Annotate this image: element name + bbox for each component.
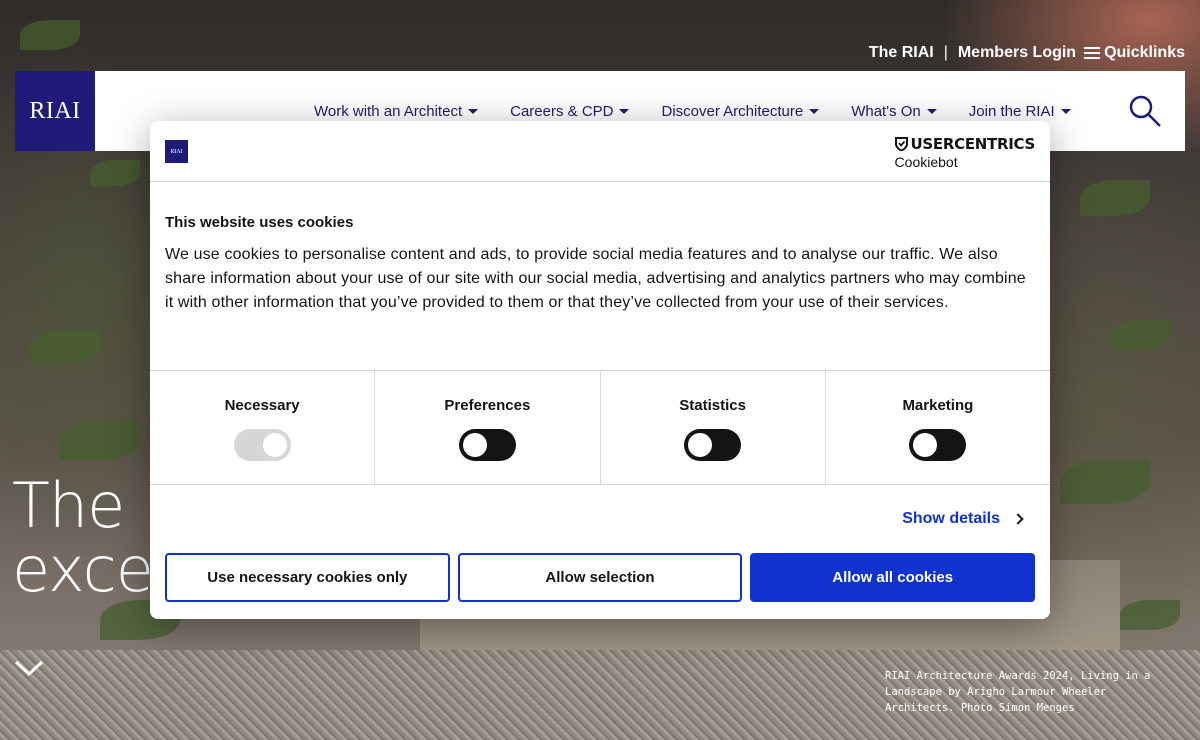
- nav-label: Join the RIAI: [968, 103, 1055, 120]
- toggle-statistics: Statistics: [601, 371, 826, 484]
- nav-label: Discover Architecture: [661, 103, 804, 120]
- chevron-down-icon[interactable]: [14, 652, 44, 682]
- caret-down-icon: [619, 109, 630, 114]
- toggle-preferences: Preferences: [375, 371, 601, 484]
- dialog-header: RIAI USERCENTRICS Cookiebot: [150, 121, 1050, 182]
- search-icon[interactable]: [1127, 93, 1163, 129]
- toggle-necessary: Necessary: [150, 371, 376, 484]
- toggle-label: Preferences: [444, 397, 531, 414]
- foliage: [1080, 180, 1150, 216]
- consent-toggles: Necessary Preferences Statistics Marketi…: [150, 370, 1050, 485]
- foliage: [90, 160, 140, 186]
- toggle-label: Necessary: [224, 397, 300, 414]
- nav-whats-on[interactable]: What's On: [851, 103, 937, 120]
- show-details-label: Show details: [902, 510, 1000, 527]
- foliage: [60, 420, 140, 460]
- allow-all-button[interactable]: Allow all cookies: [750, 553, 1036, 602]
- foliage: [20, 20, 80, 50]
- quicklinks-button[interactable]: Quicklinks: [1084, 44, 1185, 62]
- caret-down-icon: [468, 109, 479, 114]
- nav-careers-cpd[interactable]: Careers & CPD: [510, 103, 630, 120]
- show-details-link[interactable]: Show details: [902, 510, 1024, 528]
- nav-discover-architecture[interactable]: Discover Architecture: [661, 103, 820, 120]
- brand-top: USERCENTRICS: [910, 135, 1036, 153]
- toggle-label: Marketing: [902, 397, 974, 414]
- foliage: [1120, 600, 1180, 630]
- utility-links: The RIAI | Members Login Quicklinks: [869, 44, 1185, 62]
- chevron-right-icon: [1012, 513, 1024, 525]
- nav-label: Work with an Architect: [314, 103, 463, 120]
- switch-knob: [913, 433, 938, 457]
- necessary-switch: [233, 429, 291, 461]
- dialog-body: This website uses cookies We use cookies…: [150, 182, 1050, 370]
- photo-caption: RIAI Architecture Awards 2024, Living in…: [885, 670, 1151, 714]
- main-nav: Work with an Architect Careers & CPD Dis…: [314, 103, 1071, 120]
- brand-bottom: Cookiebot: [894, 154, 958, 170]
- marketing-switch[interactable]: [909, 429, 967, 461]
- dialog-title: This website uses cookies: [165, 214, 354, 231]
- foliage: [1110, 320, 1170, 350]
- caret-down-icon: [926, 109, 937, 114]
- switch-knob: [462, 433, 487, 457]
- cookie-consent-dialog: RIAI USERCENTRICS Cookiebot This website…: [150, 121, 1050, 619]
- nav-label: Careers & CPD: [510, 103, 614, 120]
- riai-mini-logo: RIAI: [165, 140, 188, 163]
- nav-join-riai[interactable]: Join the RIAI: [969, 103, 1071, 120]
- foliage: [30, 330, 100, 364]
- separator: |: [943, 44, 948, 61]
- caret-down-icon: [809, 109, 820, 114]
- hamburger-icon: [1084, 47, 1101, 59]
- statistics-switch[interactable]: [684, 429, 742, 461]
- usercentrics-logo[interactable]: USERCENTRICS Cookiebot: [894, 135, 1036, 170]
- quicklinks-label: Quicklinks: [1104, 44, 1185, 61]
- switch-knob: [688, 433, 713, 457]
- consent-buttons: Use necessary cookies only Allow selecti…: [150, 553, 1050, 602]
- caret-down-icon: [1060, 109, 1071, 114]
- link-members-login[interactable]: Members Login: [958, 44, 1076, 62]
- shield-icon: [894, 137, 908, 151]
- allow-selection-button[interactable]: Allow selection: [457, 553, 743, 602]
- necessary-only-button[interactable]: Use necessary cookies only: [165, 553, 450, 602]
- link-the-riai[interactable]: The RIAI: [869, 44, 934, 62]
- switch-knob: [262, 433, 287, 457]
- preferences-switch[interactable]: [458, 429, 516, 461]
- toggle-marketing: Marketing: [826, 371, 1050, 484]
- riai-logo[interactable]: RIAI: [15, 71, 95, 151]
- dialog-text: We use cookies to personalise content an…: [165, 246, 1026, 311]
- details-row: Show details: [150, 485, 1050, 553]
- foliage: [1060, 460, 1150, 504]
- toggle-label: Statistics: [679, 397, 746, 414]
- nav-label: What's On: [851, 103, 921, 120]
- nav-work-with-architect[interactable]: Work with an Architect: [314, 103, 479, 120]
